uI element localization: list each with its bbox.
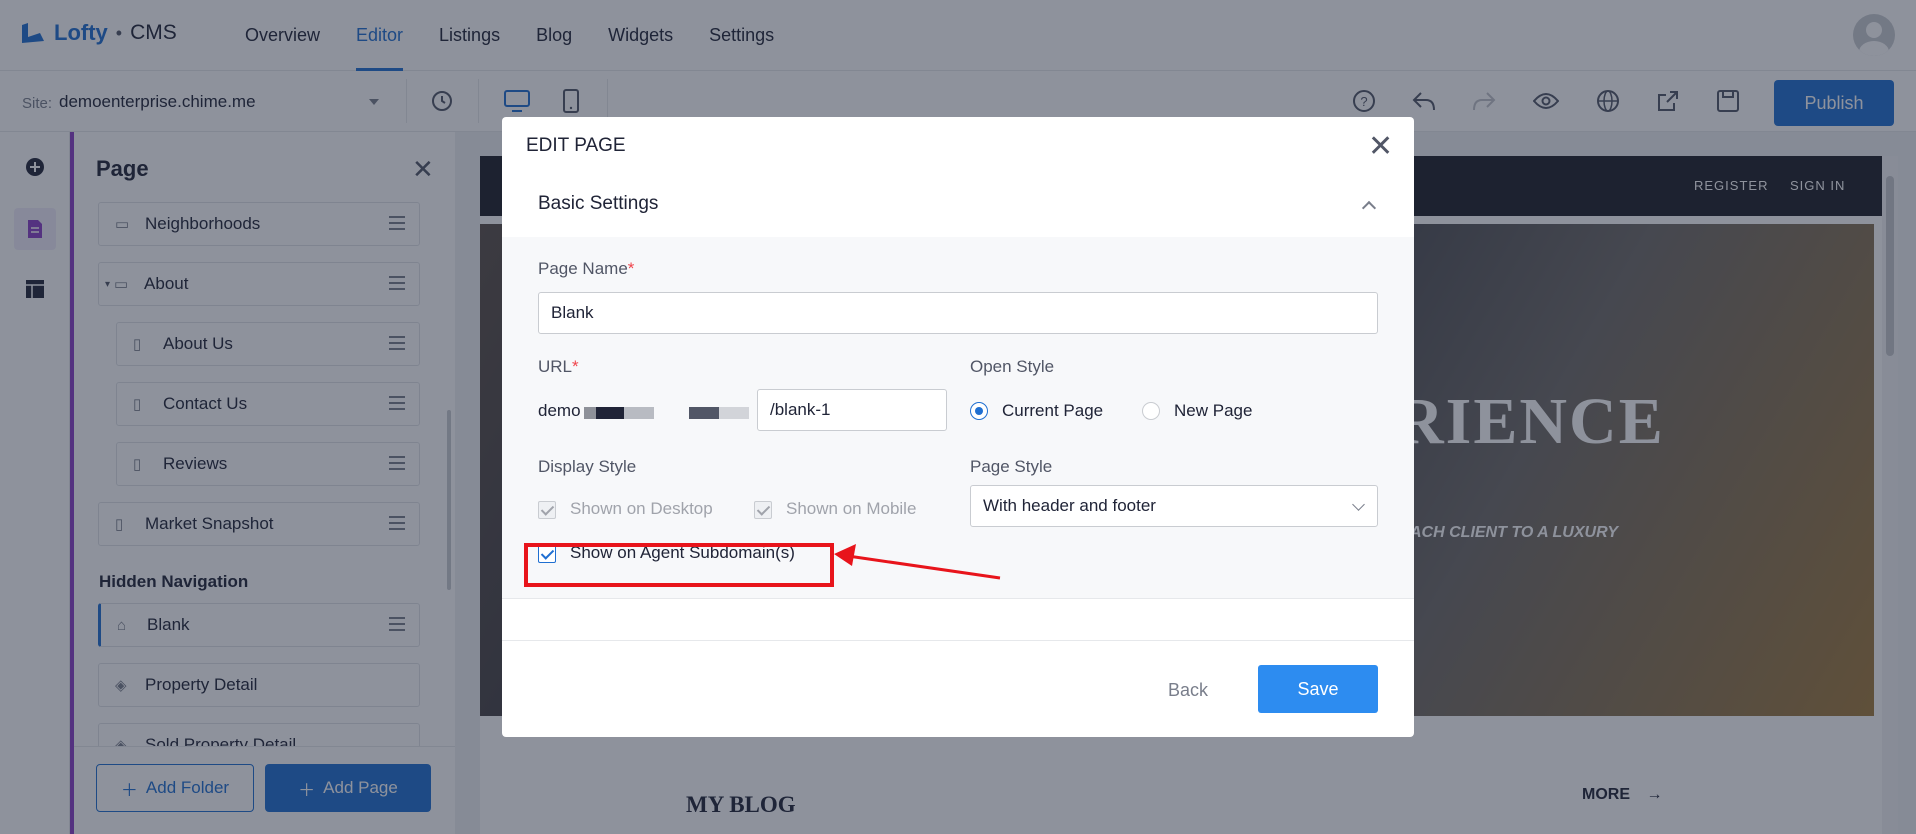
page-name-label-text: Page Name bbox=[538, 259, 628, 278]
url-label: URL* bbox=[538, 357, 579, 377]
shown-on-mobile-label: Shown on Mobile bbox=[786, 499, 917, 518]
page-name-input[interactable]: Blank bbox=[538, 292, 1378, 334]
url-prefix: demo bbox=[538, 401, 581, 420]
modal-footer-divider bbox=[502, 640, 1414, 641]
radio-current-page[interactable] bbox=[970, 402, 988, 420]
chevron-up-icon[interactable] bbox=[1361, 200, 1377, 216]
annotation-highlight-box bbox=[524, 543, 834, 587]
required-mark: * bbox=[572, 357, 579, 376]
redacted-block bbox=[689, 407, 719, 419]
radio-current-page-label[interactable]: Current Page bbox=[1002, 401, 1103, 421]
page-style-select[interactable]: With header and footer bbox=[970, 485, 1378, 527]
section-title: Basic Settings bbox=[538, 193, 659, 214]
page-style-label: Page Style bbox=[970, 457, 1053, 476]
back-button[interactable]: Back bbox=[1168, 680, 1208, 701]
chevron-down-icon bbox=[1352, 498, 1365, 511]
edit-page-modal: EDIT PAGE ✕ Basic Settings Page Name* Bl… bbox=[502, 117, 1414, 737]
open-style-label: Open Style bbox=[970, 357, 1055, 376]
modal-title: EDIT PAGE bbox=[526, 135, 626, 156]
basic-settings-header[interactable]: Basic Settings bbox=[502, 177, 1414, 237]
display-style-label: Display Style bbox=[538, 457, 637, 476]
url-label-text: URL bbox=[538, 357, 573, 376]
annotation-arrow-icon bbox=[834, 544, 1001, 580]
url-slug-input[interactable]: /blank-1 bbox=[757, 389, 947, 431]
close-icon[interactable]: ✕ bbox=[1368, 129, 1393, 164]
shown-on-desktop-checkbox bbox=[538, 501, 556, 519]
page-name-label: Page Name* bbox=[538, 259, 634, 279]
redacted-block bbox=[596, 407, 624, 419]
page-style-value: With header and footer bbox=[983, 496, 1156, 515]
radio-new-page[interactable] bbox=[1142, 402, 1160, 420]
required-mark: * bbox=[627, 259, 635, 278]
redacted-block bbox=[584, 407, 596, 419]
save-button[interactable]: Save bbox=[1258, 665, 1378, 713]
redacted-block bbox=[624, 407, 654, 419]
shown-on-desktop-label: Shown on Desktop bbox=[570, 499, 713, 518]
redacted-block bbox=[719, 407, 749, 419]
radio-new-page-label[interactable]: New Page bbox=[1174, 401, 1252, 421]
shown-on-mobile-checkbox bbox=[754, 501, 772, 519]
